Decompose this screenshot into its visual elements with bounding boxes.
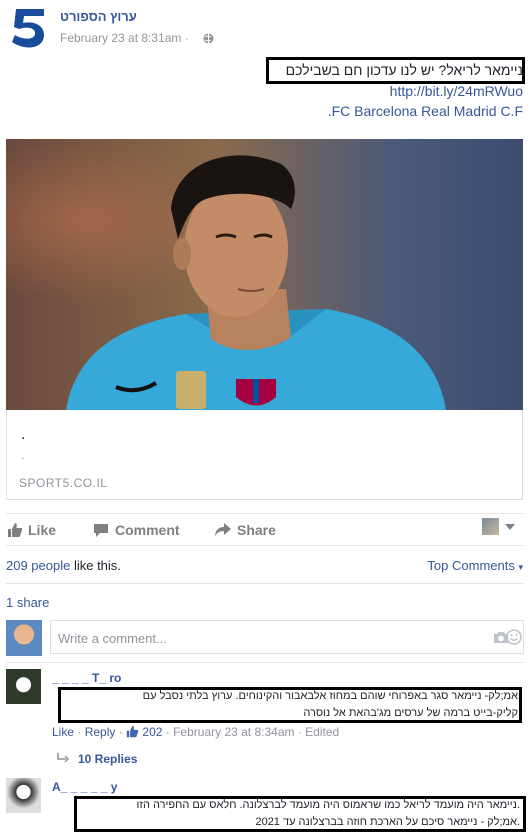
- emoji-icon[interactable]: [506, 629, 522, 648]
- comment-input[interactable]: Write a comment...: [50, 620, 524, 654]
- divider: [6, 545, 523, 546]
- highlight-box: [266, 57, 525, 84]
- comment-reply-link[interactable]: Reply: [85, 725, 116, 739]
- shares-count[interactable]: 1 share: [6, 595, 49, 610]
- avatar[interactable]: [6, 620, 42, 656]
- likes-count[interactable]: 209 people: [6, 558, 70, 573]
- avatar[interactable]: [482, 518, 499, 535]
- post-link[interactable]: http://bit.ly/24mRWuo: [390, 83, 523, 99]
- edited-label[interactable]: Edited: [305, 725, 339, 739]
- divider: [6, 513, 523, 514]
- divider: [6, 583, 523, 584]
- link-title: .: [21, 426, 26, 443]
- link-preview-card[interactable]: . . SPORT5.CO.IL: [6, 410, 523, 500]
- page-logo[interactable]: [6, 5, 50, 49]
- comment-author[interactable]: A_ _ _ _ _ y: [52, 780, 117, 794]
- thumbs-up-icon: [126, 725, 139, 741]
- comment-author[interactable]: _ _ _ _ T_ ro: [52, 671, 121, 685]
- caret-down-icon: ▾: [518, 562, 523, 572]
- divider: [6, 662, 523, 663]
- link-source: SPORT5.CO.IL: [19, 476, 108, 490]
- thumbs-up-icon: [7, 522, 23, 543]
- chevron-down-icon[interactable]: [505, 524, 515, 530]
- reply-arrow-icon: [56, 752, 70, 770]
- comment-likes-count[interactable]: 202: [142, 725, 162, 739]
- post-hashtags[interactable]: .FC Barcelona Real Madrid C.F: [328, 103, 523, 119]
- share-icon: [214, 522, 232, 543]
- avatar[interactable]: [6, 669, 41, 704]
- globe-icon: [203, 31, 214, 44]
- top-comments-dropdown[interactable]: Top Comments ▾: [427, 558, 523, 573]
- link-description: .: [21, 448, 25, 462]
- like-button[interactable]: Like: [28, 522, 56, 538]
- likes-summary: 209 people like this.: [6, 558, 121, 573]
- post-image[interactable]: [6, 139, 523, 410]
- comment-icon: [93, 523, 109, 543]
- comment-like-link[interactable]: Like: [52, 725, 74, 739]
- share-button[interactable]: Share: [237, 522, 276, 538]
- comment-meta: Like · Reply · 202 · February 23 at 8:34…: [52, 725, 340, 741]
- comment-button[interactable]: Comment: [115, 522, 180, 538]
- comment-text: אמ;לק- ניימאר סגר באפרוחי שוהם במחוז אלב…: [142, 690, 518, 719]
- post-timestamp[interactable]: February 23 at 8:31am ·: [60, 31, 189, 45]
- comment-timestamp[interactable]: February 23 at 8:34am: [173, 725, 294, 739]
- comment-text: ניימאר היה מועמד לריאל כמו שראמוס היה מו…: [136, 799, 520, 828]
- view-replies-link[interactable]: 10 Replies: [78, 752, 137, 766]
- avatar[interactable]: [6, 778, 41, 813]
- page-name[interactable]: ערוץ הספורט: [60, 9, 137, 24]
